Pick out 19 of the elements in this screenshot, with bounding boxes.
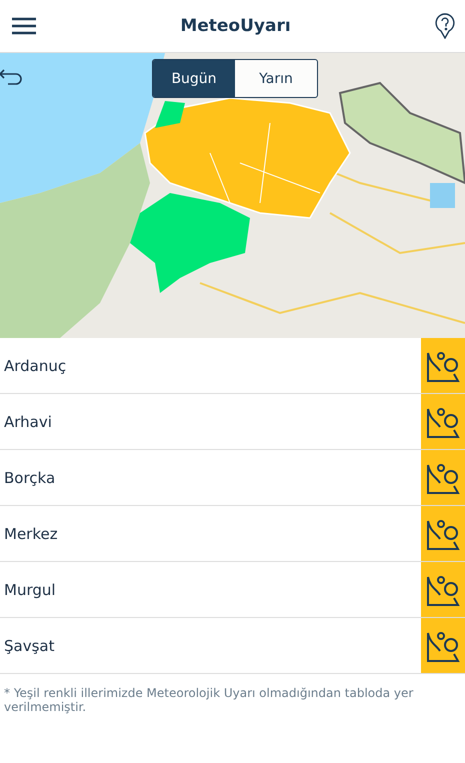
day-tab[interactable]: Yarın: [235, 60, 317, 97]
warning-button[interactable]: [421, 338, 465, 393]
district-name: Arhavi: [3, 412, 53, 432]
district-name: Merkez: [3, 524, 59, 544]
warning-button[interactable]: [421, 562, 465, 617]
undo-button[interactable]: [0, 69, 24, 85]
warning-button[interactable]: [421, 450, 465, 505]
warning-button[interactable]: [421, 618, 465, 673]
day-tab[interactable]: Bugün: [153, 60, 235, 97]
district-name: Şavşat: [3, 636, 56, 656]
district-name: Ardanuç: [3, 356, 68, 376]
warning-button[interactable]: [421, 394, 465, 449]
warning-button[interactable]: [421, 506, 465, 561]
help-button[interactable]: [434, 13, 455, 39]
app-title: MeteoUyarı: [180, 16, 291, 36]
district-name: Borçka: [3, 468, 56, 488]
menu-button[interactable]: [12, 17, 36, 35]
footnote: * Yeşil renkli illerimizde Meteorolojik Uyarı olmadığından tabloda yer verilmemiştir.: [4, 686, 414, 715]
district-name: Murgul: [3, 580, 57, 600]
